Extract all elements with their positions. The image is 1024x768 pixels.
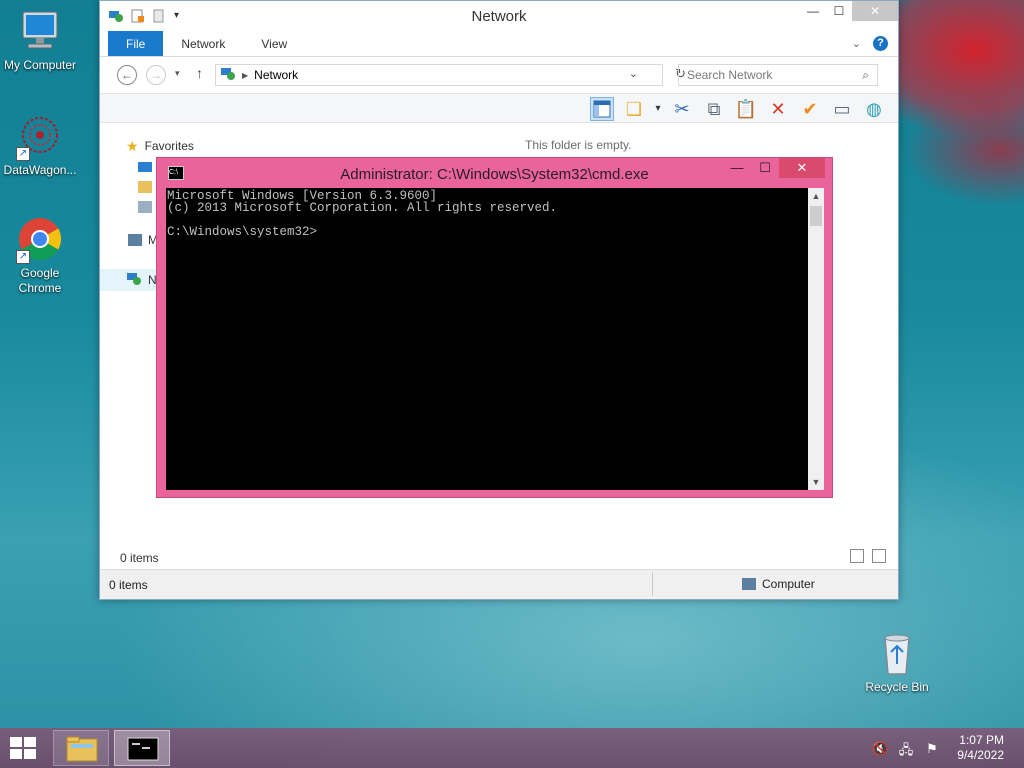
monitor-icon (16, 8, 64, 56)
breadcrumb-separator-icon: ▶ (242, 70, 249, 80)
computer-icon (128, 234, 142, 246)
shortcut-arrow-icon: ↗ (16, 250, 30, 264)
cmd-maximize-button[interactable]: ☐ (751, 158, 779, 178)
status-location-label: Computer (762, 577, 815, 591)
windows-logo-pane (24, 737, 36, 747)
recent-places-icon (138, 201, 152, 213)
datawagon-icon: ↗ (16, 113, 64, 161)
network-status-icon[interactable]: 🖧 (898, 741, 914, 763)
check-icon[interactable]: ✔ (798, 97, 822, 121)
preview-pane-icon[interactable] (590, 97, 614, 121)
recycle-bin-icon (873, 630, 921, 678)
search-placeholder: Search Network (687, 68, 773, 82)
taskbar-command-prompt[interactable] (114, 730, 170, 766)
desktop-icon-datawagon[interactable]: ↗ DataWagon... (0, 113, 80, 178)
tab-file[interactable]: File (108, 31, 164, 56)
tab-view[interactable]: View (243, 31, 305, 56)
star-icon: ★ (126, 137, 139, 154)
taskbar: 🔇 🖧 ⚑ 1:07 PM 9/4/2022 (0, 728, 1024, 768)
address-dropdown-chevron-icon[interactable]: ⌄ (629, 67, 638, 80)
view-switcher (850, 549, 886, 563)
cmd-close-button[interactable]: ✕ (779, 158, 825, 178)
network-icon (126, 272, 142, 289)
search-icon: ⌕ (862, 68, 869, 82)
taskbar-file-explorer[interactable] (53, 730, 109, 766)
console-prompt: C:\Windows\system32> (167, 225, 318, 239)
folder-icon (66, 736, 98, 762)
scroll-up-icon[interactable]: ▲ (808, 188, 824, 204)
cmd-window[interactable]: C:\ Administrator: C:\Windows\System32\c… (156, 157, 833, 498)
ribbon-tabs: File Network View ⌄ ? (100, 31, 898, 57)
address-text: Network (254, 68, 299, 82)
cmd-icon (127, 737, 159, 761)
volume-muted-icon[interactable]: 🔇 (872, 741, 888, 763)
forward-button[interactable]: → (146, 65, 166, 85)
system-tray: 🔇 🖧 ⚑ (872, 741, 940, 763)
start-button[interactable] (10, 737, 38, 759)
desktop-icon-label: Recycle Bin (865, 680, 929, 694)
explorer-titlebar[interactable]: ▾ Network — ☐ ✕ (100, 1, 898, 31)
cmd-minimize-button[interactable]: — (723, 158, 751, 178)
network-icon (220, 67, 236, 84)
network-sharing-icon[interactable]: ◍ (862, 97, 886, 121)
windows-logo-pane (10, 749, 22, 759)
windows-logo-pane (24, 749, 36, 759)
address-bar[interactable]: ▶ Network ⌄ ↻ (215, 64, 686, 86)
chrome-icon: ↗ (16, 216, 64, 264)
up-arrow-icon[interactable]: ↑ (196, 65, 203, 81)
console-line: (c) 2013 Microsoft Corporation. All righ… (167, 201, 558, 215)
scroll-down-icon[interactable]: ▼ (808, 474, 824, 490)
status-items-count: 0 items (109, 578, 148, 592)
large-icons-view-icon[interactable] (872, 549, 886, 563)
status-location: Computer (742, 577, 815, 591)
desktop-icon-google-chrome[interactable]: ↗ Google Chrome (0, 216, 80, 296)
cmd-window-controls: — ☐ ✕ (723, 158, 825, 178)
details-view-icon[interactable] (850, 549, 864, 563)
explorer-window-controls: — ☐ ✕ (800, 1, 898, 21)
recent-locations-chevron-icon[interactable]: ▾ (175, 68, 180, 79)
toolbar-dropdown-chevron-icon[interactable]: ▾ (654, 97, 662, 121)
expand-ribbon-chevron-icon[interactable]: ⌄ (852, 37, 861, 50)
close-button[interactable]: ✕ (852, 1, 898, 21)
items-count: 0 items (120, 551, 159, 565)
empty-folder-message: This folder is empty. (525, 138, 632, 152)
clock-time: 1:07 PM (959, 733, 1004, 747)
explorer-title: Network (471, 8, 527, 25)
desktop-icon-label: My Computer (3, 58, 77, 72)
status-separator (652, 572, 653, 596)
copy-icon[interactable]: ⧉ (702, 97, 726, 121)
cmd-scrollbar[interactable]: ▲ ▼ (808, 188, 824, 490)
rename-icon[interactable]: ▭ (830, 97, 854, 121)
downloads-folder-icon (138, 181, 152, 193)
nav-item-label: Favorites (144, 139, 194, 153)
cmd-titlebar[interactable]: C:\ Administrator: C:\Windows\System32\c… (157, 158, 832, 188)
shortcut-arrow-icon: ↗ (16, 147, 30, 161)
desktop-folder-icon (138, 162, 152, 172)
paste-icon[interactable]: 📋 (734, 97, 758, 121)
explorer-status-bar: 0 items Computer (100, 569, 898, 599)
tab-network[interactable]: Network (163, 31, 243, 56)
desktop-icon-my-computer[interactable]: My Computer (0, 8, 80, 73)
explorer-toolbar: ❑ ▾ ✂ ⧉ 📋 ✕ ✔ ▭ ◍ (100, 93, 898, 123)
desktop-icon-recycle-bin[interactable]: Recycle Bin (857, 630, 937, 695)
help-icon[interactable]: ? (873, 36, 888, 51)
taskbar-clock[interactable]: 1:07 PM 9/4/2022 (957, 733, 1004, 763)
windows-logo-icon (10, 737, 22, 747)
computer-icon (742, 578, 756, 590)
maximize-button[interactable]: ☐ (826, 1, 852, 21)
console-output[interactable]: Microsoft Windows [Version 6.3.9600] (c)… (166, 188, 808, 490)
desktop-icon-label: Google Chrome (18, 266, 62, 295)
scroll-thumb[interactable] (810, 206, 822, 226)
action-center-flag-icon[interactable]: ⚑ (924, 741, 940, 763)
clock-date: 9/4/2022 (957, 748, 1004, 762)
select-folder-icon[interactable]: ❑ (622, 97, 646, 121)
delete-icon[interactable]: ✕ (766, 97, 790, 121)
cut-icon[interactable]: ✂ (670, 97, 694, 121)
address-row: ← → ▾ ↑ ▶ Network ⌄ ↻ Search Network ⌕ (100, 57, 898, 93)
back-button[interactable]: ← (117, 65, 137, 85)
minimize-button[interactable]: — (800, 1, 826, 21)
nav-item-favorites[interactable]: ★ Favorites (108, 135, 288, 157)
desktop-icon-label: DataWagon... (3, 163, 77, 177)
search-input[interactable]: Search Network ⌕ (678, 64, 878, 86)
